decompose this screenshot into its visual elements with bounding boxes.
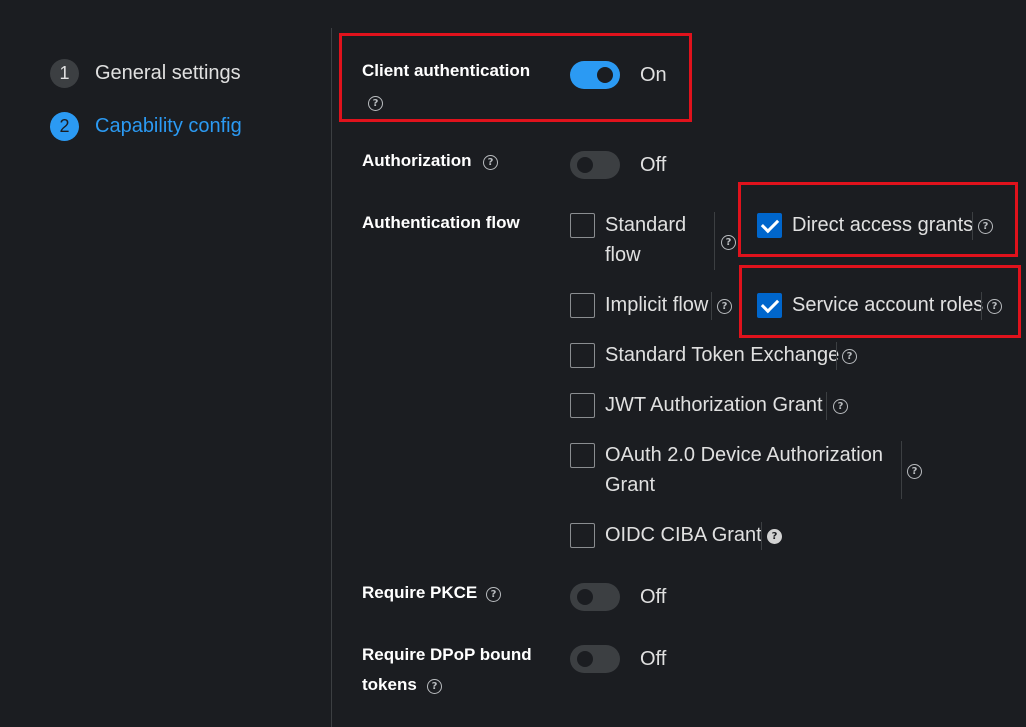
oidc-ciba-grant-checkbox[interactable] — [570, 523, 595, 548]
require-pkce-help-icon[interactable]: ? — [486, 587, 501, 602]
oidc-ciba-grant-separator — [761, 522, 762, 550]
wizard-step-capability-config[interactable]: 2 Capability config — [50, 112, 242, 141]
oauth-device-authorization-grant-checkbox[interactable] — [570, 443, 595, 468]
standard-token-exchange-separator — [836, 342, 837, 370]
oauth-device-grant-help-icon[interactable]: ? — [907, 464, 922, 479]
step-number: 1 — [50, 59, 79, 88]
authorization-toggle[interactable] — [570, 151, 620, 179]
require-pkce-label: Require PKCE — [362, 583, 478, 602]
authorization-label: Authorization — [362, 151, 472, 170]
standard-token-exchange-checkbox[interactable] — [570, 343, 595, 368]
authorization-state: Off — [640, 154, 667, 176]
standard-token-exchange-label: Standard Token Exchange — [605, 344, 840, 366]
highlight-client-authentication — [339, 33, 692, 122]
implicit-flow-separator — [711, 292, 712, 320]
oidc-ciba-grant-help-icon[interactable]: ? — [767, 529, 782, 544]
jwt-authorization-grant-help-icon[interactable]: ? — [833, 399, 848, 414]
jwt-authorization-grant-label: JWT Authorization Grant — [605, 394, 823, 416]
require-pkce-state: Off — [640, 586, 667, 608]
oidc-ciba-grant-label: OIDC CIBA Grant — [605, 524, 762, 546]
oauth-device-grant-label-line2: Grant — [605, 474, 656, 496]
step-number: 2 — [50, 112, 79, 141]
nav-divider — [331, 28, 332, 727]
toggle-knob — [577, 651, 593, 667]
require-dpop-toggle[interactable] — [570, 645, 620, 673]
implicit-flow-help-icon[interactable]: ? — [717, 299, 732, 314]
standard-flow-label-line1: Standard — [605, 214, 687, 236]
jwt-authorization-grant-separator — [826, 392, 827, 420]
authorization-help-icon[interactable]: ? — [483, 155, 498, 170]
standard-flow-checkbox[interactable] — [570, 213, 595, 238]
wizard-step-general-settings[interactable]: 1 General settings — [50, 59, 241, 88]
step-label: Capability config — [95, 115, 242, 137]
require-dpop-label-line1: Require DPoP bound — [362, 645, 532, 664]
standard-flow-help-icon[interactable]: ? — [721, 235, 736, 250]
standard-flow-label-line2: flow — [605, 244, 641, 266]
highlight-service-account-roles — [739, 265, 1021, 338]
oauth-device-grant-separator — [901, 441, 902, 499]
toggle-knob — [577, 589, 593, 605]
jwt-authorization-grant-checkbox[interactable] — [570, 393, 595, 418]
require-dpop-state: Off — [640, 648, 667, 670]
require-dpop-help-icon[interactable]: ? — [427, 679, 442, 694]
oauth-device-grant-label-line1: OAuth 2.0 Device Authorization — [605, 444, 883, 466]
toggle-knob — [577, 157, 593, 173]
require-pkce-toggle[interactable] — [570, 583, 620, 611]
highlight-direct-access-grants — [738, 182, 1018, 257]
authentication-flow-label: Authentication flow — [362, 213, 520, 232]
standard-flow-separator — [714, 212, 715, 270]
require-dpop-label-line2: tokens — [362, 675, 417, 694]
step-label: General settings — [95, 62, 241, 84]
implicit-flow-label: Implicit flow — [605, 294, 709, 316]
implicit-flow-checkbox[interactable] — [570, 293, 595, 318]
standard-token-exchange-help-icon[interactable]: ? — [842, 349, 857, 364]
